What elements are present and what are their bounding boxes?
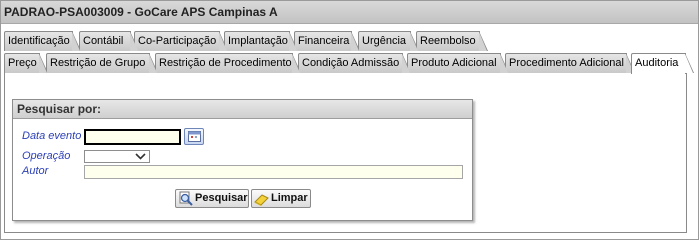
tab-label: Condição Admissão [302, 57, 400, 69]
search-panel: Pesquisar por: Data evento Operação Auto… [12, 99, 473, 221]
tab-urgencia[interactable]: Urgência [358, 31, 419, 51]
tab-label: Contábil [83, 35, 124, 47]
tab-implantacao[interactable]: Implantação [224, 31, 298, 51]
calendar-icon [188, 131, 201, 142]
tab-label: Reembolso [420, 35, 476, 47]
clear-button[interactable]: Limpar [251, 189, 311, 208]
tab-label: Implantação [228, 35, 288, 47]
tab-condicao-admissao[interactable]: Condição Admissão [298, 53, 411, 73]
tab-label: Auditoria [635, 57, 679, 69]
tab-label: Procedimento Adicional [509, 57, 624, 69]
tab-label: Identificação [8, 35, 70, 47]
search-panel-title: Pesquisar por: [13, 100, 472, 119]
tab-procedimento-adicional[interactable]: Procedimento Adicional [505, 53, 635, 73]
eraser-icon [254, 194, 269, 206]
tab-restricao-procedimento[interactable]: Restrição de Procedimento [155, 53, 301, 73]
tab-financeira[interactable]: Financeira [294, 31, 360, 51]
tab-auditoria[interactable]: Auditoria [631, 53, 694, 74]
operacao-select[interactable] [84, 150, 150, 163]
tab-restricao-grupo[interactable]: Restrição de Grupo [46, 53, 158, 73]
search-button-label: Pesquisar [195, 192, 248, 204]
tab-label: Restrição de Grupo [50, 57, 146, 69]
magnifier-icon [179, 191, 193, 206]
autor-input[interactable] [84, 165, 463, 179]
tab-identificacao[interactable]: Identificação [4, 31, 81, 51]
tab-reembolso[interactable]: Reembolso [416, 31, 488, 51]
tab-coparticipacao[interactable]: Co-Participação [134, 31, 228, 51]
window-title: PADRAO-PSA003009 - GoCare APS Campinas A [1, 1, 698, 24]
calendar-button[interactable] [184, 128, 204, 145]
window: PADRAO-PSA003009 - GoCare APS Campinas A… [0, 0, 699, 240]
chevron-down-icon [135, 153, 146, 160]
data-evento-input[interactable] [84, 129, 181, 145]
tab-label: Produto Adicional [411, 57, 497, 69]
clear-button-label: Limpar [271, 192, 308, 204]
tab-contabil[interactable]: Contábil [79, 31, 139, 51]
tab-label: Co-Participação [138, 35, 217, 47]
tab-label: Preço [8, 57, 37, 69]
operacao-label: Operação [22, 150, 71, 162]
autor-label: Autor [22, 165, 49, 177]
tab-produto-adicional[interactable]: Produto Adicional [407, 53, 509, 73]
tab-label: Financeira [298, 35, 350, 47]
tab-preco[interactable]: Preço [4, 53, 48, 73]
data-evento-label: Data evento [22, 130, 82, 142]
tab-label: Restrição de Procedimento [159, 57, 292, 69]
search-button[interactable]: Pesquisar [175, 189, 249, 208]
tab-label: Urgência [362, 35, 407, 47]
